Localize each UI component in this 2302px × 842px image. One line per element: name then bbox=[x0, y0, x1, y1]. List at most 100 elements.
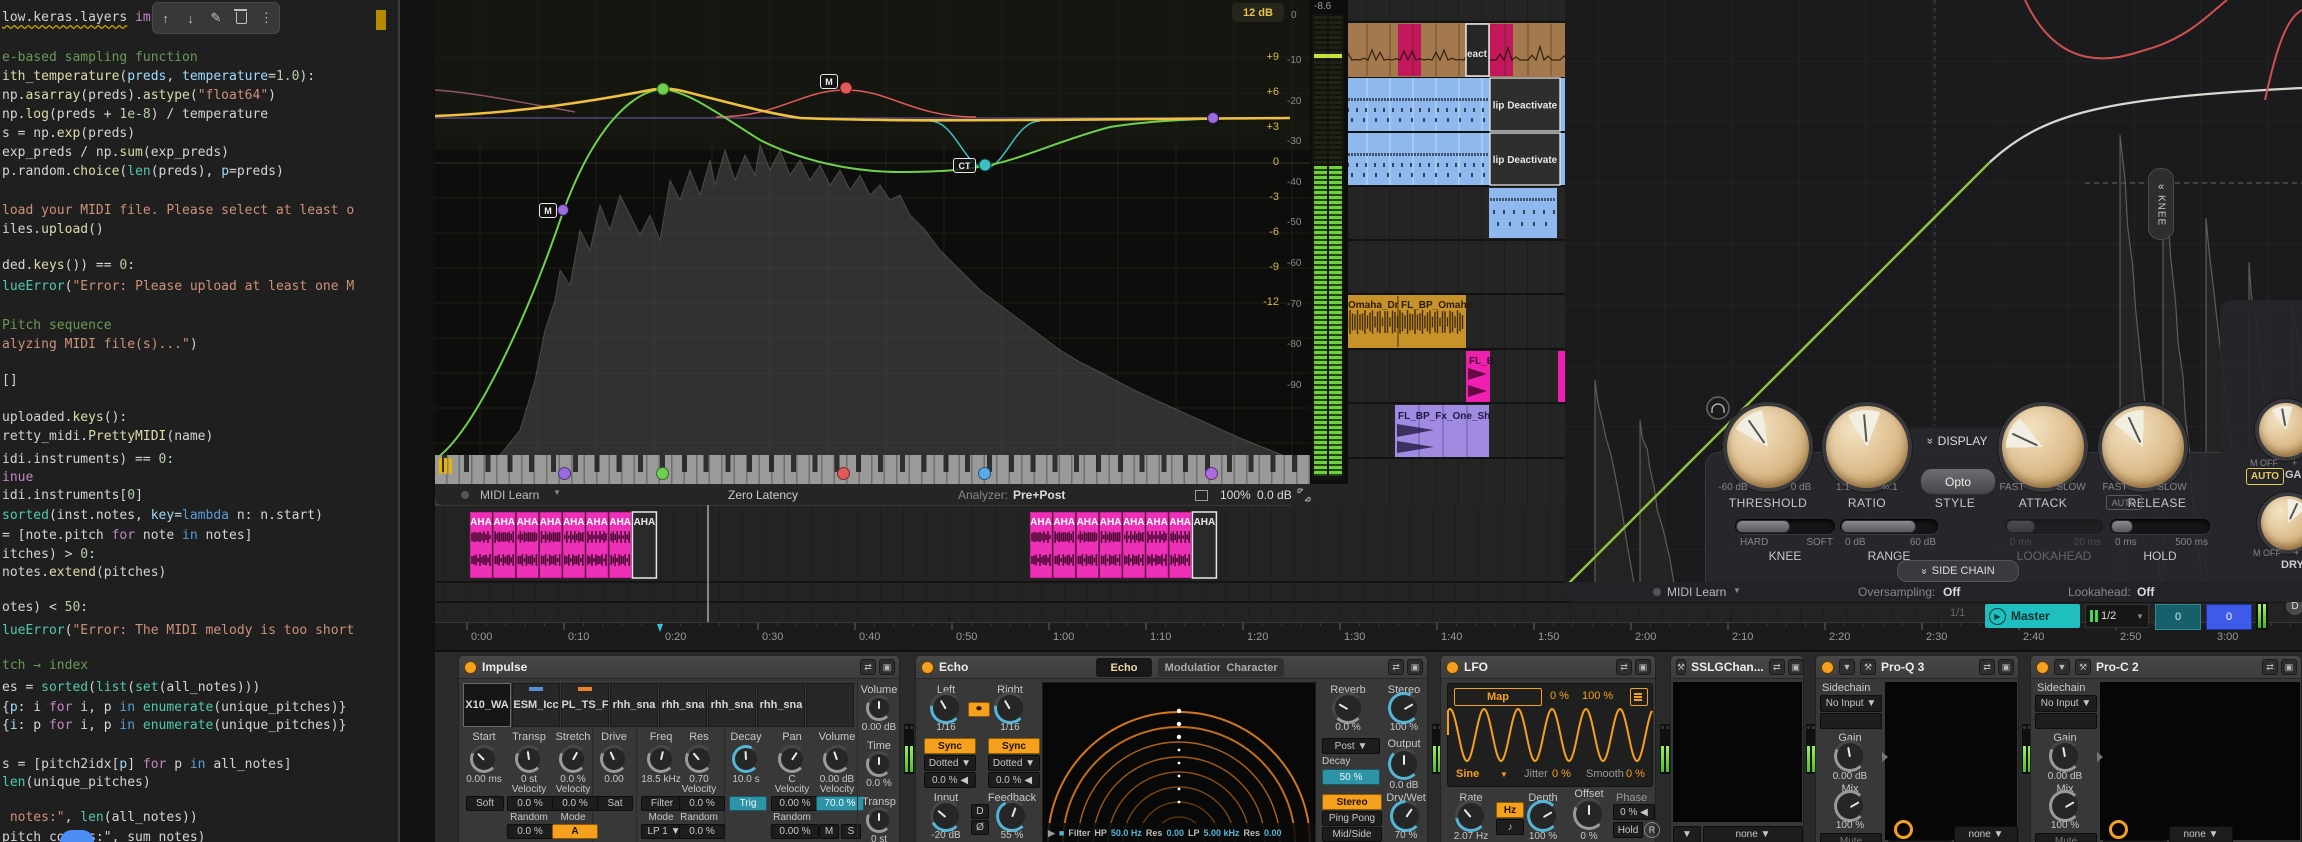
param-a-selector[interactable]: ▼ bbox=[1673, 826, 1701, 842]
more-options-icon[interactable]: ⋮ bbox=[257, 9, 275, 27]
res-value[interactable]: 0.00 bbox=[1166, 828, 1184, 838]
impulse-slot[interactable]: rhh_sna bbox=[659, 683, 707, 727]
impulse-slot[interactable] bbox=[806, 683, 854, 727]
move-cell-down-icon[interactable]: ↓ bbox=[182, 9, 200, 27]
lookahead-value[interactable]: Off bbox=[2137, 585, 2154, 599]
random-value[interactable]: 0.00 % bbox=[771, 824, 819, 839]
side-knob-value[interactable]: 0 st bbox=[871, 834, 887, 842]
gain-value[interactable]: 0.00 dB bbox=[2048, 771, 2082, 782]
decay-value[interactable]: 50 % bbox=[1322, 769, 1380, 785]
reverb-knob[interactable] bbox=[1332, 692, 1364, 724]
side-knob-value[interactable]: 0.0 % bbox=[866, 778, 892, 789]
stereo-link-button[interactable]: ⚭ bbox=[968, 702, 990, 717]
threshold-knob[interactable] bbox=[1727, 406, 1809, 488]
device-activator[interactable] bbox=[921, 661, 934, 674]
slider-handle[interactable] bbox=[1736, 520, 1790, 533]
echo-filter-bar[interactable]: ▶■FilterHP50.0 HzRes0.00LP5.00 kHzRes0.0… bbox=[1043, 823, 1315, 842]
velocity-value[interactable]: 0.0 % bbox=[507, 796, 553, 811]
quantize-grid-selector[interactable]: 1/2▼ bbox=[2085, 604, 2149, 628]
hz-mode-button[interactable]: Hz bbox=[1496, 802, 1524, 818]
input-gain-value[interactable]: -20 dB bbox=[931, 830, 960, 841]
midi-learn-button[interactable]: MIDI Learn bbox=[1667, 585, 1726, 599]
device-title-bar[interactable]: Impulse⇄▣ bbox=[459, 656, 899, 679]
lp-freq-value[interactable]: 5.00 kHz bbox=[1203, 828, 1239, 838]
param-b-selector[interactable]: none ▼ bbox=[1703, 826, 1803, 842]
smooth-value[interactable]: 0 % bbox=[1626, 768, 1645, 780]
plugin-gain-knob[interactable] bbox=[2049, 740, 2081, 772]
hot-swap-icon[interactable]: ⇄ bbox=[1616, 659, 1632, 675]
zoom-readout[interactable]: 100% bbox=[1220, 488, 1251, 502]
left-mode-selector[interactable]: Dotted ▼ bbox=[924, 755, 976, 771]
mix-value[interactable]: 100 % bbox=[1836, 820, 1864, 831]
mute-button[interactable]: Mute bbox=[1820, 833, 1882, 842]
trig-button[interactable]: Trig bbox=[729, 796, 767, 811]
hot-swap-icon[interactable]: ⇄ bbox=[1388, 659, 1404, 675]
depth-value[interactable]: 100 % bbox=[1529, 831, 1557, 842]
offset-value[interactable]: 0 % bbox=[1580, 831, 1597, 842]
left-division-value[interactable]: 1/16 bbox=[936, 722, 955, 733]
mix-value[interactable]: 100 % bbox=[2051, 820, 2079, 831]
midi-learn-indicator[interactable] bbox=[461, 491, 469, 499]
drive-knob[interactable] bbox=[600, 745, 628, 773]
hot-swap-icon[interactable]: ⇄ bbox=[1769, 659, 1785, 675]
impulse-slot[interactable]: ESM_Icc bbox=[512, 683, 560, 727]
chevron-down-icon[interactable]: ▼ bbox=[1733, 586, 1741, 595]
device-activator[interactable] bbox=[2036, 661, 2049, 674]
knee-slider[interactable] bbox=[1735, 519, 1835, 534]
expand-arrow-icon[interactable] bbox=[1882, 752, 1888, 762]
velocity-value[interactable]: 0.0 % bbox=[552, 796, 598, 811]
soft-button[interactable]: Soft bbox=[466, 796, 504, 811]
retrigger-button[interactable]: R bbox=[1644, 822, 1660, 838]
right-sync-button[interactable]: Sync bbox=[988, 738, 1040, 754]
chevron-down-icon[interactable]: ▼ bbox=[553, 488, 561, 497]
impulse-knob-value[interactable]: 10.0 s bbox=[732, 774, 759, 785]
oversampling-value[interactable]: Off bbox=[1943, 585, 1960, 599]
band-badge[interactable]: M bbox=[539, 203, 557, 218]
hot-swap-icon[interactable]: ⇄ bbox=[860, 659, 876, 675]
right-division-value[interactable]: 1/16 bbox=[1000, 722, 1019, 733]
save-preset-icon[interactable]: ▣ bbox=[1635, 659, 1651, 675]
knee-collapse-tab[interactable]: «KNEE bbox=[2148, 168, 2174, 240]
wrench-icon[interactable]: ⚒ bbox=[1860, 659, 1876, 675]
map-button[interactable]: Map bbox=[1454, 688, 1542, 706]
piano-mode-icon[interactable] bbox=[439, 458, 455, 474]
echo-right-time-knob[interactable] bbox=[994, 692, 1026, 724]
impulse-slot[interactable]: rhh_sna bbox=[708, 683, 756, 727]
impulse-slot[interactable]: rhh_sna bbox=[610, 683, 658, 727]
reverb-position-selector[interactable]: Post ▼ bbox=[1322, 738, 1380, 754]
pin-icon[interactable] bbox=[1195, 490, 1208, 501]
fold-icon[interactable]: ▼ bbox=[2054, 659, 2070, 675]
device-activator[interactable] bbox=[1821, 661, 1834, 674]
res-value[interactable]: 0.00 bbox=[1264, 828, 1282, 838]
auto-release-chip[interactable]: AUTO bbox=[2106, 495, 2142, 510]
sidechain-chain-selector[interactable] bbox=[2035, 713, 2097, 729]
device-title-bar[interactable]: ⚒SSLGChan...⇄▣ bbox=[1671, 656, 1803, 679]
sat-button[interactable]: Sat bbox=[597, 796, 633, 811]
lfo-max-value[interactable]: 100 % bbox=[1582, 690, 1613, 702]
volume-knob[interactable] bbox=[823, 745, 851, 773]
side-chain-expander[interactable]: «SIDE CHAIN bbox=[1897, 560, 2019, 582]
plugin-mix-knob[interactable] bbox=[2049, 790, 2081, 822]
send-a-value[interactable]: 0 bbox=[2155, 604, 2201, 630]
range-slider[interactable] bbox=[1840, 519, 1938, 534]
mute-button[interactable]: M bbox=[819, 824, 839, 839]
move-cell-up-icon[interactable]: ↑ bbox=[157, 9, 175, 27]
sidechain-chain-selector[interactable] bbox=[1820, 713, 1882, 729]
output-knob[interactable] bbox=[1388, 748, 1420, 780]
reverb-value[interactable]: 0.0 % bbox=[1335, 722, 1361, 733]
filter-button[interactable]: Filter bbox=[641, 796, 683, 811]
tab-character[interactable]: Character bbox=[1220, 658, 1284, 677]
keyboard-band-dot[interactable] bbox=[656, 467, 669, 480]
attack-knob[interactable] bbox=[2002, 406, 2084, 488]
side-knob-value[interactable]: 0.00 dB bbox=[862, 722, 896, 733]
tab-echo[interactable]: Echo bbox=[1096, 658, 1152, 677]
freq-knob[interactable] bbox=[647, 745, 675, 773]
dry-wet-value[interactable]: 70 % bbox=[1395, 830, 1418, 841]
hot-swap-icon[interactable]: ⇄ bbox=[2262, 659, 2278, 675]
time-side-knob[interactable] bbox=[866, 751, 892, 777]
ratio-knob[interactable] bbox=[1826, 406, 1908, 488]
sync-mode-button[interactable]: ♪ bbox=[1496, 819, 1524, 835]
analyzer-mode-button[interactable]: Pre+Post bbox=[1013, 488, 1065, 502]
right-offset-value[interactable]: 0.0 % ◀ bbox=[988, 772, 1040, 788]
save-preset-icon[interactable]: ▣ bbox=[1788, 659, 1804, 675]
